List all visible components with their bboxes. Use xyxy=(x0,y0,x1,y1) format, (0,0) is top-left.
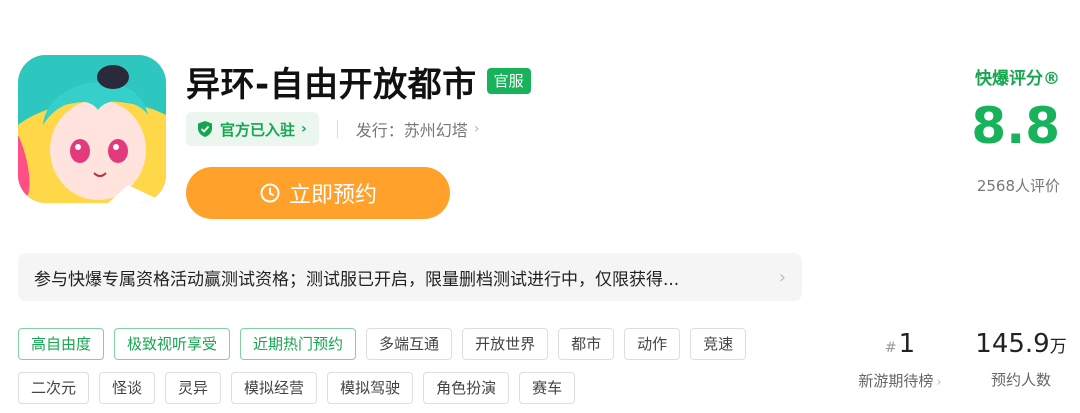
tag-list: 高自由度 极致视听享受 近期热门预约 多端互通 开放世界 都市 动作 竞速 二次… xyxy=(18,328,788,413)
chevron-right-icon: › xyxy=(473,121,480,137)
title-row: 异环-自由开放都市 官服 xyxy=(186,58,531,105)
rating-label: 快爆评分® xyxy=(975,69,1060,89)
official-server-badge: 官服 xyxy=(486,68,531,94)
tag[interactable]: 动作 xyxy=(624,328,681,360)
divider xyxy=(336,120,338,138)
chevron-right-icon: › xyxy=(301,121,307,137)
rank-number: 1 xyxy=(898,329,916,359)
anime-character-artwork xyxy=(18,55,166,203)
rank-stat[interactable]: #1 新游期待榜 › xyxy=(848,328,952,391)
shield-check-icon xyxy=(198,121,212,137)
tag[interactable]: 角色扮演 xyxy=(423,372,510,404)
tag[interactable]: 竞速 xyxy=(690,328,747,360)
tag-row-2: 二次元 怪谈 灵异 模拟经营 模拟驾驶 角色扮演 赛车 xyxy=(18,372,788,404)
tag[interactable]: 模拟经营 xyxy=(231,372,318,404)
verified-label: 官方已入驻 xyxy=(220,120,296,139)
tag[interactable]: 二次元 xyxy=(18,372,90,404)
announcement-bar[interactable]: 参与快爆专属资格活动赢测试资格；测试服已开启，限量删档测试进行中，仅限获得...… xyxy=(18,253,802,301)
tag[interactable]: 多端互通 xyxy=(366,328,453,360)
clock-icon xyxy=(260,183,280,203)
meta-row: 官方已入驻 › 发行：苏州幻塔 › xyxy=(186,112,479,146)
tag[interactable]: 灵异 xyxy=(165,372,222,404)
reserve-count-stat: 145.9万 预约人数 xyxy=(970,328,1072,390)
reserve-label: 立即预约 xyxy=(288,183,377,208)
rank-label-text: 新游期待榜 xyxy=(858,372,934,390)
tag-hot[interactable]: 近期热门预约 xyxy=(240,328,357,360)
rank-value: #1 xyxy=(848,328,952,364)
reserve-count-label: 预约人数 xyxy=(990,371,1051,389)
game-title: 异环-自由开放都市 xyxy=(186,64,477,105)
rating-score: 8.8 xyxy=(971,97,1060,155)
official-verified-chip[interactable]: 官方已入驻 › xyxy=(186,112,319,146)
rating-count[interactable]: 2568人评价 xyxy=(977,175,1060,196)
tag[interactable]: 都市 xyxy=(558,328,615,360)
tag-row-1: 高自由度 极致视听享受 近期热门预约 多端互通 开放世界 都市 动作 竞速 xyxy=(18,328,788,360)
tag-hot[interactable]: 高自由度 xyxy=(18,328,105,360)
reserve-count-number: 145.9 xyxy=(975,329,1050,359)
chevron-right-icon: › xyxy=(778,266,786,288)
reserve-count-value: 145.9万 xyxy=(970,328,1072,363)
announcement-text: 参与快爆专属资格活动赢测试资格；测试服已开启，限量删档测试进行中，仅限获得... xyxy=(34,269,680,290)
tag[interactable]: 开放世界 xyxy=(462,328,549,360)
rank-hash: # xyxy=(884,340,897,356)
tag[interactable]: 怪谈 xyxy=(99,372,156,404)
publisher-label: 发行：苏州幻塔 xyxy=(355,121,468,140)
chevron-right-icon: › xyxy=(936,375,942,390)
tag-hot[interactable]: 极致视听享受 xyxy=(114,328,231,360)
publisher-link[interactable]: 发行：苏州幻塔 › xyxy=(356,117,480,141)
reserve-count-unit: 万 xyxy=(1049,337,1067,357)
tag[interactable]: 赛车 xyxy=(519,372,576,404)
rank-label: 新游期待榜 › xyxy=(848,370,952,391)
game-app-icon xyxy=(18,55,166,203)
tag[interactable]: 模拟驾驶 xyxy=(327,372,414,404)
reserve-button[interactable]: 立即预约 xyxy=(186,167,450,219)
